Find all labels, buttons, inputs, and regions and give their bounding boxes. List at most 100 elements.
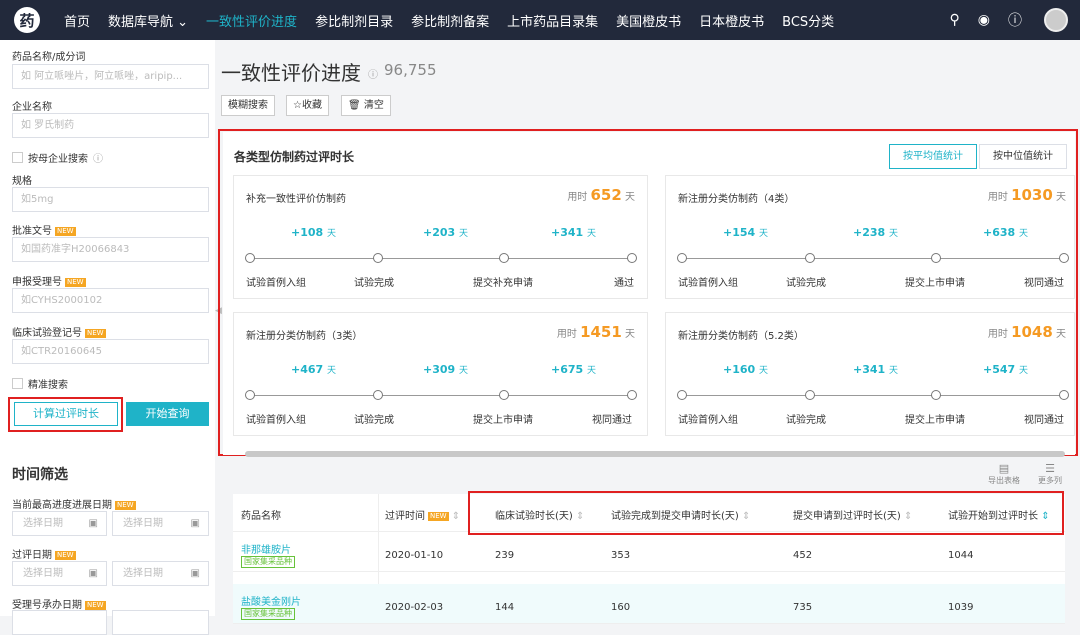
help-icon[interactable]: ⓘ xyxy=(1008,10,1022,30)
panel-title: 各类型仿制药过评时长 xyxy=(234,150,355,164)
step-label: 视同通过 xyxy=(592,415,632,426)
delta-1: +154 天 xyxy=(723,226,769,239)
step-label: 试验完成 xyxy=(354,415,394,426)
bulb-icon[interactable]: ◉ xyxy=(978,12,990,28)
drug-name-input[interactable]: 如 阿立哌唑片，阿立哌唑，aripip... xyxy=(12,64,209,89)
step-label: 试验首例入组 xyxy=(246,278,306,289)
step-label: 通过 xyxy=(614,278,634,289)
new-badge: NEW xyxy=(85,600,106,610)
card-title: 新注册分类仿制药（5.2类） xyxy=(678,331,804,342)
apply-input[interactable]: 如CYHS2000102 xyxy=(12,288,209,313)
trial-input[interactable]: 如CTR20160645 xyxy=(12,339,209,364)
drug-name-cell[interactable]: 非那雄胺片 国家集采品种 xyxy=(241,541,295,568)
timeline-dot xyxy=(373,390,383,400)
nav-home[interactable]: 首页 xyxy=(64,11,90,30)
nav-jp-orange-book[interactable]: 日本橙皮书 xyxy=(699,11,764,30)
table-row: 盐酸美金刚片 国家集采品种 2020-02-03 144 160 735 1039 xyxy=(233,584,1065,624)
parent-company-checkbox[interactable]: 按母企业搜索 ⓘ xyxy=(12,150,103,165)
trial-label: 临床试验登记号 NEW xyxy=(12,328,106,339)
nav-bcs[interactable]: BCS分类 xyxy=(782,11,834,30)
spec-label: 规格 xyxy=(12,176,32,187)
step-label: 试验首例入组 xyxy=(678,278,738,289)
horizontal-scrollbar[interactable] xyxy=(245,451,1065,457)
company-input[interactable]: 如 罗氏制药 xyxy=(12,113,209,138)
value-cell: 1044 xyxy=(948,550,974,561)
nav-us-orange-book[interactable]: 美国橙皮书 xyxy=(616,11,681,30)
info-icon: ⓘ xyxy=(368,70,378,81)
timeline-line xyxy=(680,258,1067,259)
calendar-icon: ▣ xyxy=(88,518,98,529)
nav-listed-drugs[interactable]: 上市药品目录集 xyxy=(507,11,598,30)
approval-input[interactable]: 如国药准字H20066843 xyxy=(12,237,209,262)
approval-label: 批准文号 NEW xyxy=(12,226,76,237)
favorite-button[interactable]: ☆收藏 xyxy=(286,95,329,116)
step-label: 试验完成 xyxy=(786,278,826,289)
date-start-input[interactable]: 选择日期 ▣ xyxy=(12,511,107,536)
nav-consistency[interactable]: 一致性评价进度 xyxy=(206,11,297,30)
fuzzy-search-button[interactable]: 模糊搜索 xyxy=(221,95,275,116)
drug-name-label: 药品名称/成分词 xyxy=(12,52,86,63)
calendar-icon: ▣ xyxy=(190,568,200,579)
spec-input[interactable]: 如5mg xyxy=(12,187,209,212)
info-icon: ⓘ xyxy=(93,154,103,165)
timeline-dot xyxy=(245,390,255,400)
eval-date-start-input[interactable]: 选择日期 ▣ xyxy=(12,561,107,586)
col-drug-name[interactable]: 药品名称 xyxy=(241,507,281,522)
nav-database[interactable]: 数据库导航 ⌄ xyxy=(108,11,188,30)
tag-badge: 国家集采品种 xyxy=(241,556,295,568)
timeline-dot xyxy=(805,390,815,400)
new-badge: NEW xyxy=(55,550,76,560)
eval-date-label: 过评日期 NEW xyxy=(12,550,76,561)
main-nav: 首页 数据库导航 ⌄ 一致性评价进度 参比制剂目录 参比制剂备案 上市药品目录集… xyxy=(64,0,852,40)
accept-date-start-input[interactable] xyxy=(12,610,107,635)
nav-reference-filing[interactable]: 参比制剂备案 xyxy=(411,11,489,30)
search-icon[interactable]: ⚲ xyxy=(950,12,960,28)
new-badge: NEW xyxy=(55,226,76,236)
more-columns-button[interactable]: ☰ 更多列 xyxy=(1038,462,1062,486)
duration-card: 新注册分类仿制药（4类） 用时 1030 天 +154 天 +238 天 +63… xyxy=(665,175,1075,299)
timeline-line xyxy=(680,395,1067,396)
table-icon: ▤ xyxy=(998,462,1010,475)
card-time: 用时 652 天 xyxy=(567,186,635,204)
export-table-button[interactable]: ▤ 导出表格 xyxy=(988,462,1020,486)
logo[interactable]: 药 xyxy=(14,7,40,33)
calc-duration-button[interactable]: 计算过评时长 xyxy=(14,402,118,426)
accept-date-end-input[interactable] xyxy=(112,610,209,635)
result-count: 96,755 xyxy=(384,61,437,79)
new-badge: NEW xyxy=(65,277,86,287)
timeline-dot xyxy=(373,253,383,263)
avatar[interactable] xyxy=(1044,8,1068,32)
value-cell: 452 xyxy=(793,550,813,561)
col-eval-date[interactable]: 过评时间 NEW ⇕ xyxy=(385,507,460,522)
parent-company-label: 按母企业搜索 xyxy=(28,154,88,165)
clear-button[interactable]: 🗑 清空 xyxy=(341,95,391,116)
tag-badge: 国家集采品种 xyxy=(241,608,295,620)
new-badge: NEW xyxy=(85,328,106,338)
filter-sidebar: 药品名称/成分词 如 阿立哌唑片，阿立哌唑，aripip... 企业名称 如 罗… xyxy=(0,40,215,635)
tab-average[interactable]: 按平均值统计 xyxy=(889,144,977,169)
timeline-dot xyxy=(805,253,815,263)
step-label: 试验首例入组 xyxy=(678,415,738,426)
date-end-input[interactable]: 选择日期 ▣ xyxy=(112,511,209,536)
exact-search-checkbox[interactable]: 精准搜索 xyxy=(12,376,68,391)
value-cell: 735 xyxy=(793,602,813,613)
delta-2: +238 天 xyxy=(853,226,899,239)
company-label: 企业名称 xyxy=(12,102,52,113)
start-search-button[interactable]: 开始查询 xyxy=(126,402,209,426)
delta-2: +203 天 xyxy=(423,226,469,239)
step-label: 试验首例入组 xyxy=(246,415,306,426)
delta-3: +547 天 xyxy=(983,363,1029,376)
new-badge: NEW xyxy=(115,500,136,510)
timeline-dot xyxy=(245,253,255,263)
time-filter-title: 时间筛选 xyxy=(12,467,68,483)
duration-panel: 各类型仿制药过评时长 按平均值统计 按中位值统计 补充一致性评价仿制药 用时 6… xyxy=(223,132,1075,455)
eval-date-end-input[interactable]: 选择日期 ▣ xyxy=(112,561,209,586)
nav-reference-catalog[interactable]: 参比制剂目录 xyxy=(315,11,393,30)
tab-median[interactable]: 按中位值统计 xyxy=(979,144,1067,169)
delta-1: +467 天 xyxy=(291,363,337,376)
step-label: 视同通过 xyxy=(1024,415,1064,426)
top-nav-bar: 药 首页 数据库导航 ⌄ 一致性评价进度 参比制剂目录 参比制剂备案 上市药品目… xyxy=(0,0,1080,40)
exact-search-label: 精准搜索 xyxy=(28,380,68,391)
apply-label: 申报受理号 NEW xyxy=(12,277,86,288)
value-cell: 144 xyxy=(495,602,515,613)
